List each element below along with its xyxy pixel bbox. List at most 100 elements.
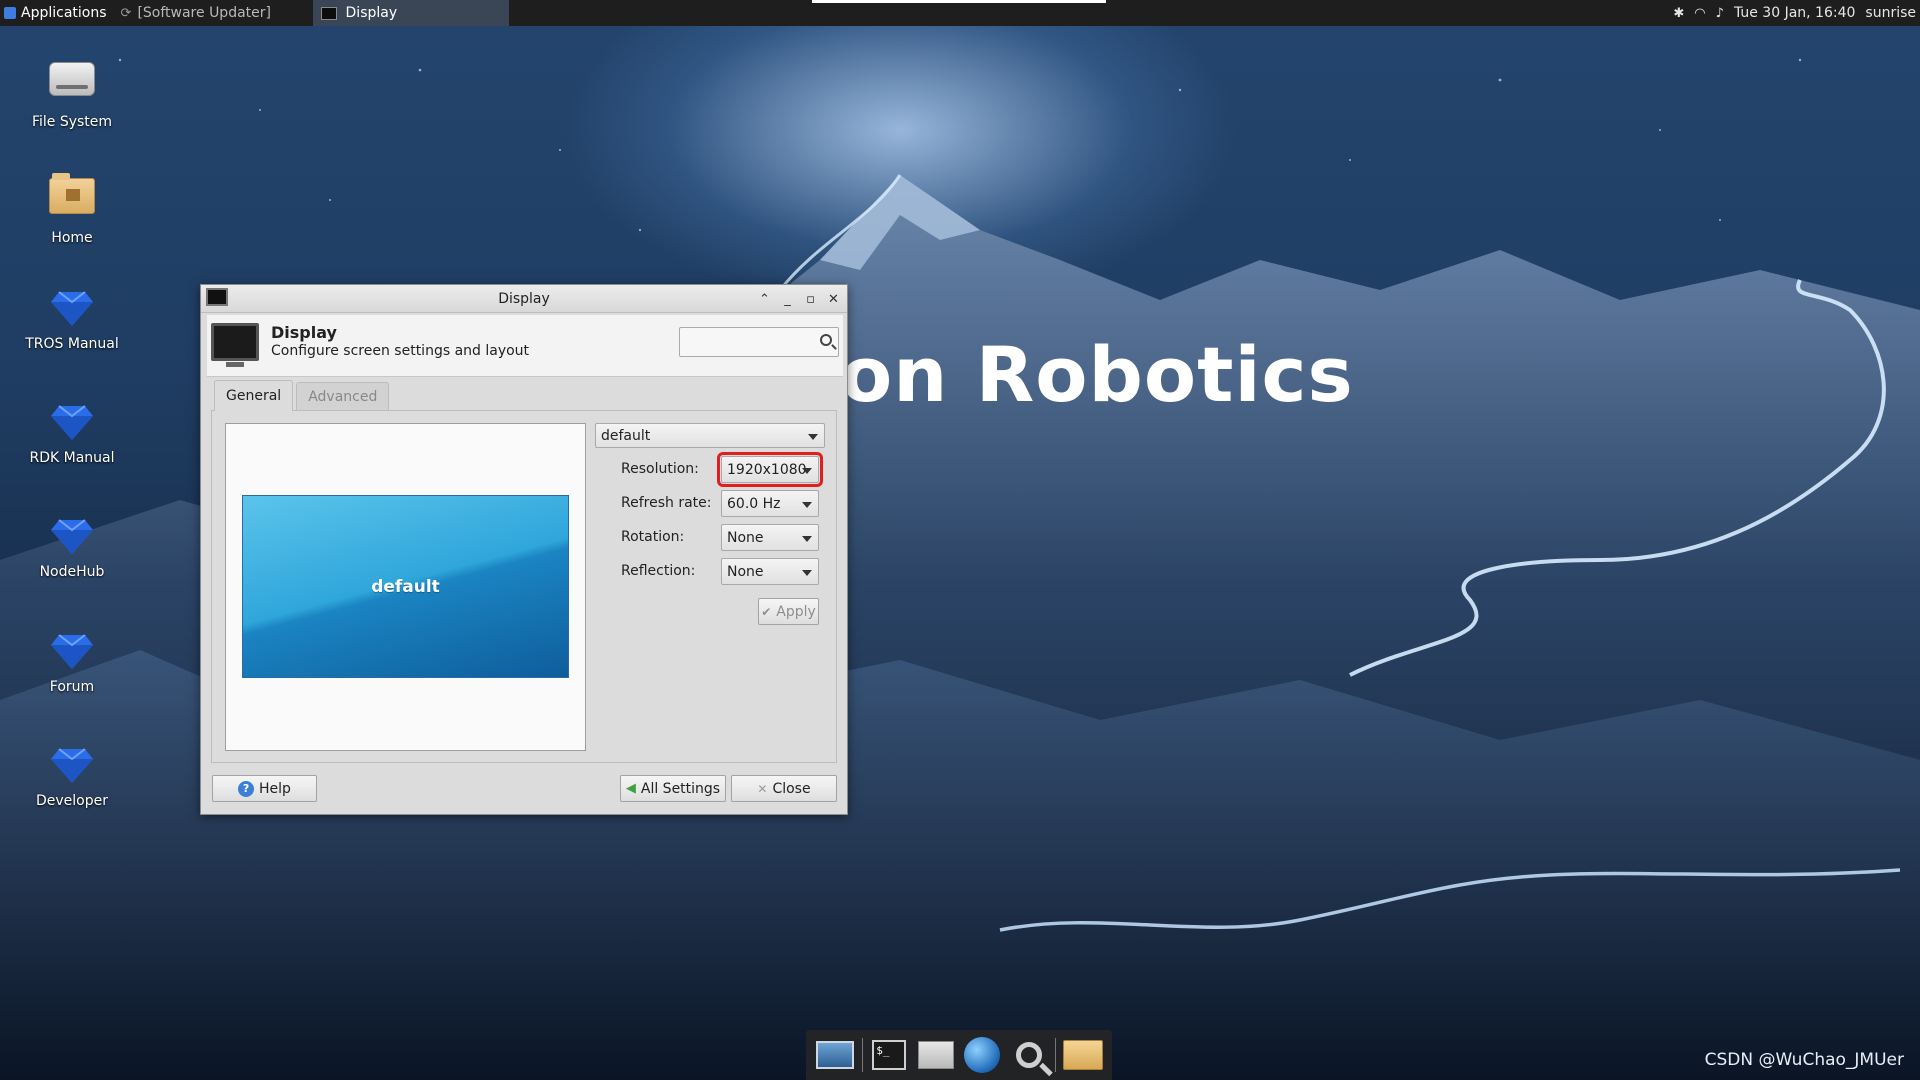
display-preview-label: default [371, 576, 440, 597]
search-icon[interactable] [820, 334, 832, 346]
desktop-icon-developer[interactable]: Developer [17, 741, 127, 809]
reflection-value: None [727, 563, 764, 580]
dialog-titlebar[interactable]: Display ⌃ _ ▫ ✕ [201, 285, 847, 313]
chevron-down-icon [802, 569, 812, 576]
gem-icon [51, 519, 93, 554]
refresh-rate-value: 60.0 Hz [727, 495, 781, 512]
window-menu-icon[interactable] [206, 288, 228, 306]
display-window-icon [320, 6, 337, 20]
resolution-value: 1920x1080 [727, 461, 807, 478]
chevron-down-icon [808, 433, 818, 440]
desktop-icon-tros-manual[interactable]: TROS Manual [17, 284, 127, 352]
desktop-icon-home[interactable]: Home [17, 170, 127, 246]
files-folder-icon [1062, 1040, 1103, 1070]
desktop-icon-forum[interactable]: Forum [17, 627, 127, 695]
dock-terminal[interactable]: $_ [869, 1036, 909, 1074]
terminal-icon: $_ [872, 1040, 907, 1070]
tab-general[interactable]: General [214, 380, 294, 411]
rotation-select[interactable]: None [721, 524, 819, 551]
dock: $_ [806, 1030, 1112, 1080]
desktop-icon-label: Developer [35, 793, 108, 809]
display-dialog: Display ⌃ _ ▫ ✕ Display Configure screen… [200, 284, 848, 815]
chevron-down-icon [802, 535, 812, 542]
search-icon [1015, 1042, 1042, 1068]
rotation-label: Rotation: [621, 529, 685, 545]
close-window-button[interactable]: ✕ [826, 292, 841, 307]
dock-files-folder[interactable] [1062, 1036, 1103, 1074]
home-folder-icon [49, 173, 95, 214]
desktop-icon-label: File System [31, 114, 113, 130]
header-subtitle: Configure screen settings and layout [271, 343, 530, 359]
applications-menu-label: Applications [21, 5, 107, 21]
display-preview-default[interactable]: default [242, 495, 569, 678]
apply-button[interactable]: ✔ Apply [758, 598, 819, 625]
help-icon: ? [238, 780, 255, 797]
checkmark-icon: ✔ [761, 604, 772, 619]
drive-icon [49, 62, 95, 96]
shade-button[interactable]: ⌃ [757, 292, 772, 307]
window-controls: ⌃ _ ▫ ✕ [757, 285, 841, 313]
dock-separator [1055, 1038, 1057, 1072]
resolution-label: Resolution: [621, 461, 699, 477]
gem-icon [51, 634, 93, 669]
all-settings-button[interactable]: ◀ All Settings [620, 775, 726, 802]
task-display[interactable]: Display [312, 0, 509, 26]
rotation-value: None [727, 529, 764, 546]
back-arrow-icon: ◀ [625, 781, 636, 796]
close-icon: ✕ [757, 781, 768, 796]
wallpaper-text: on Robotics [840, 330, 1354, 419]
wifi-icon[interactable]: ◠ [1694, 6, 1705, 21]
dock-separator [861, 1038, 863, 1072]
gem-icon [51, 748, 93, 783]
reflection-select[interactable]: None [721, 558, 819, 585]
window-title: Display [498, 290, 550, 307]
maximize-button[interactable]: ▫ [803, 292, 818, 307]
tab-advanced[interactable]: Advanced [296, 382, 390, 411]
gem-icon [51, 291, 93, 326]
minimize-button[interactable]: _ [780, 292, 795, 307]
desktop-icon-label: Home [51, 230, 93, 246]
close-label: Close [772, 780, 811, 797]
apply-label: Apply [776, 603, 816, 620]
web-browser-icon [964, 1037, 1001, 1073]
desktop-icon-label: NodeHub [39, 564, 105, 580]
output-select[interactable]: default [595, 423, 825, 448]
refresh-rate-label: Refresh rate: [621, 495, 712, 511]
dock-home-folder[interactable] [916, 1036, 956, 1074]
task-label: [Software Updater] [137, 5, 271, 21]
dock-web-browser[interactable] [962, 1036, 1002, 1074]
search-field[interactable] [679, 327, 839, 357]
dock-show-desktop[interactable] [815, 1036, 855, 1074]
desktop-icon-label: RDK Manual [29, 450, 115, 466]
stars [118, 58, 1802, 232]
desktop-icon-label: TROS Manual [25, 336, 119, 352]
applications-menu[interactable]: Applications [0, 0, 113, 26]
gem-icon [51, 405, 93, 440]
top-panel: Applications ⟳ [Software Updater] Displa… [0, 0, 1920, 26]
home-folder-icon [917, 1041, 954, 1069]
search-input[interactable] [680, 328, 808, 356]
notification-bell-icon[interactable]: ♪ [1716, 6, 1724, 21]
bluetooth-icon[interactable]: ✱ [1673, 6, 1684, 21]
resolution-select[interactable]: 1920x1080 [717, 452, 823, 487]
general-panel: default default Resolution: 1920x1080 Re… [211, 410, 837, 763]
help-button[interactable]: ? Help [212, 775, 317, 802]
refresh-rate-select[interactable]: 60.0 Hz [721, 490, 819, 517]
refresh-icon: ⟳ [120, 5, 132, 21]
dialog-header: Display Configure screen settings and la… [207, 315, 843, 377]
all-settings-label: All Settings [640, 780, 721, 797]
task-software-updater[interactable]: ⟳ [Software Updater] [113, 0, 313, 26]
desktop-icon-rdk-manual[interactable]: RDK Manual [17, 398, 127, 466]
header-title: Display [271, 323, 337, 342]
dock-search[interactable] [1009, 1036, 1049, 1074]
watermark: CSDN @WuChao_JMUer [1704, 1050, 1904, 1070]
close-button[interactable]: ✕ Close [731, 775, 837, 802]
task-label: Display [345, 5, 398, 21]
applications-menu-icon [4, 7, 16, 19]
clock[interactable]: Tue 30 Jan, 16:40 [1734, 5, 1855, 21]
desktop-icon-nodehub[interactable]: NodeHub [17, 512, 127, 580]
tab-bar: General Advanced [214, 380, 390, 411]
desktop-icon-file-system[interactable]: File System [17, 56, 127, 130]
monitor-icon [211, 323, 259, 367]
user-menu[interactable]: sunrise [1865, 5, 1916, 21]
